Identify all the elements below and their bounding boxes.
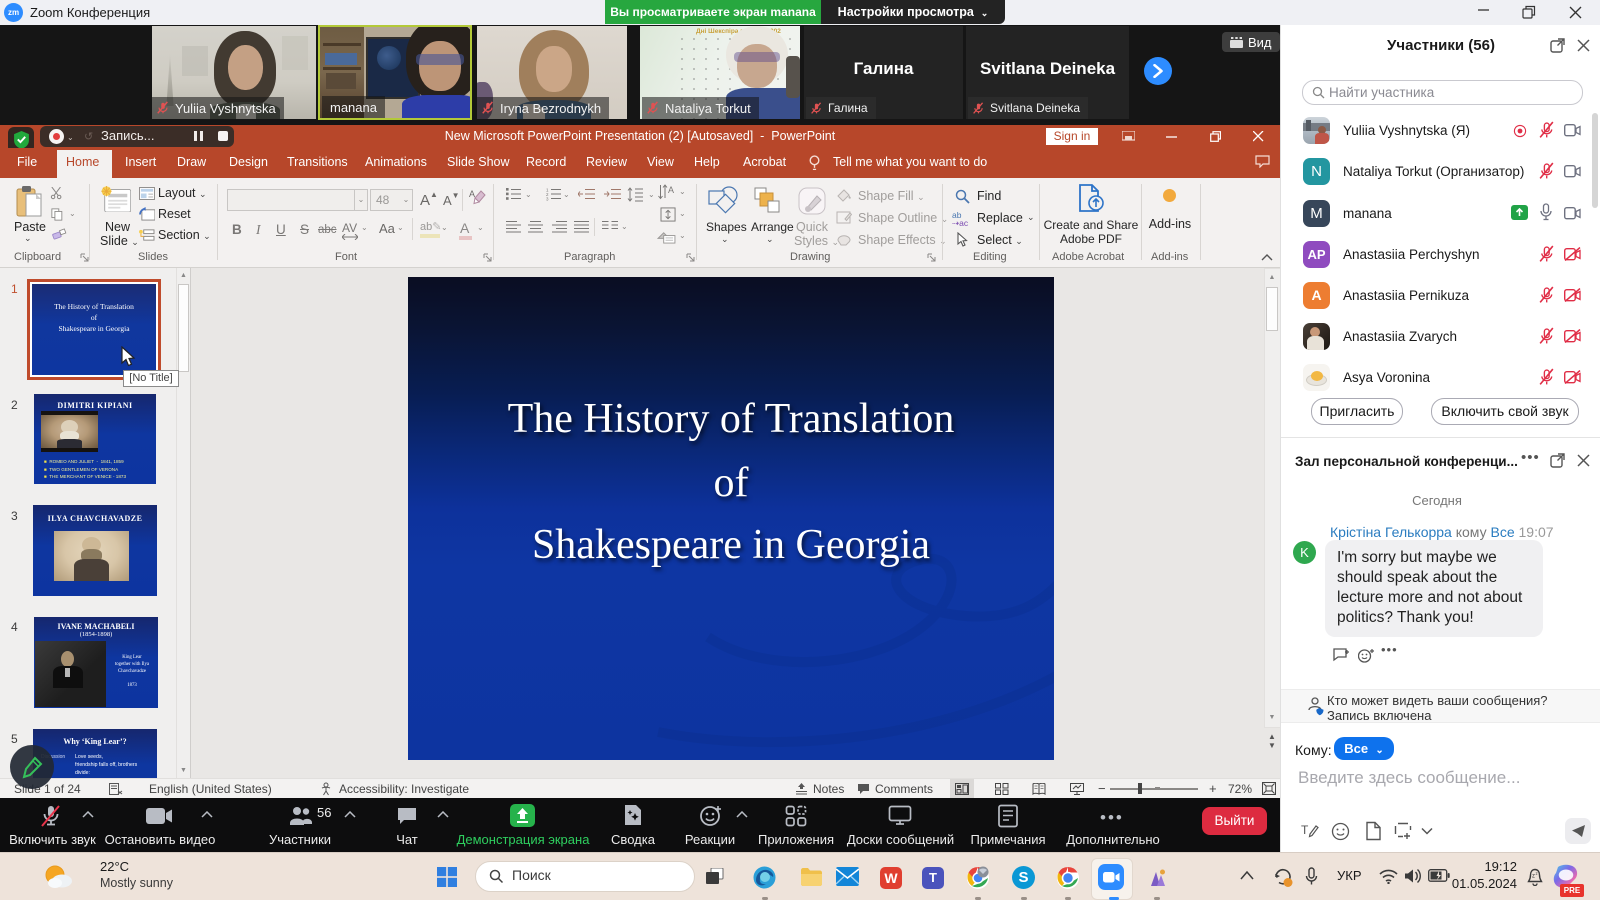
- svg-text:T: T: [1301, 823, 1309, 837]
- svg-text:⇢ac: ⇢ac: [952, 218, 969, 227]
- svg-text:A: A: [668, 185, 674, 195]
- svg-text:3: 3: [546, 197, 549, 201]
- svg-text:A: A: [469, 189, 475, 199]
